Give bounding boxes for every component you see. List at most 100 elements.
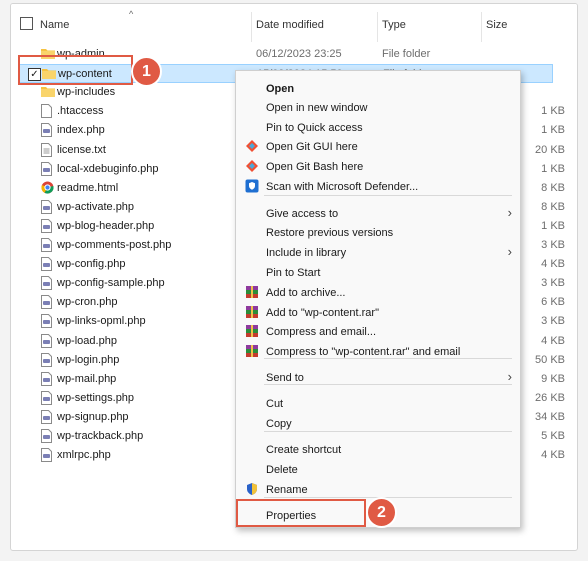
column-divider[interactable] [251, 12, 252, 42]
menu-item-label: Delete [266, 464, 298, 476]
file-name: index.php [57, 124, 105, 137]
file-size: 50 KB [535, 353, 565, 366]
file-name: wp-activate.php [57, 200, 135, 213]
file-name: wp-mail.php [57, 372, 117, 385]
file-name: local-xdebuginfo.php [57, 162, 159, 175]
menu-item-include-in-library[interactable]: Include in library › [236, 243, 520, 262]
file-name: readme.html [57, 181, 119, 194]
menu-item-label: Create shortcut [266, 444, 342, 456]
php-file-icon [41, 257, 53, 272]
menu-item-open[interactable]: Open [236, 79, 520, 98]
file-size: 3 KB [541, 277, 565, 290]
file-size: 1 KB [541, 124, 565, 137]
file-name: wp-comments-post.php [57, 239, 172, 251]
menu-item-open-git-gui-here[interactable]: Open Git GUI here [236, 137, 520, 156]
file-size: 1 KB [541, 219, 565, 232]
php-file-icon [41, 295, 53, 310]
file-size: 26 KB [535, 391, 565, 404]
menu-item-label: Send to [266, 372, 304, 384]
context-menu: Open Open in new window Pin to Quick acces… [235, 70, 521, 528]
menu-item-create-shortcut[interactable]: Create shortcut [236, 440, 520, 459]
menu-separator [264, 195, 512, 196]
file-size: 4 KB [541, 258, 565, 271]
column-type[interactable]: Type [382, 19, 406, 31]
file-type: File folder [382, 48, 431, 60]
php-file-icon [41, 409, 53, 424]
column-divider[interactable] [481, 12, 482, 42]
php-file-icon [41, 352, 53, 367]
file-name: wp-trackback.php [57, 430, 144, 442]
menu-item-add-to-archive[interactable]: Add to archive... [236, 283, 520, 302]
menu-item-label: Compress to "wp-content.rar" and email [266, 346, 461, 358]
file-name: wp-config.php [57, 258, 126, 271]
file-size: 34 KB [535, 410, 565, 423]
menu-item-label: Pin to Quick access [266, 122, 363, 134]
chevron-right-icon: › [507, 369, 512, 384]
menu-item-label: Include in library [266, 247, 347, 259]
step-1-badge: 1 [131, 56, 162, 87]
php-file-icon [41, 199, 53, 214]
uac-shield-icon [245, 482, 259, 496]
column-size[interactable]: Size [486, 19, 507, 31]
file-name: wp-login.php [57, 353, 120, 366]
file-size: 3 KB [541, 239, 565, 251]
column-divider[interactable] [377, 12, 378, 42]
file-name: xmlrpc.php [57, 449, 111, 462]
menu-item-add-to-wp-content-rar[interactable]: Add to "wp-content.rar" [236, 303, 520, 322]
menu-separator [264, 431, 512, 432]
file-name: wp-links-opml.php [57, 315, 146, 328]
menu-item-scan-with-microsoft-defender[interactable]: Scan with Microsoft Defender... [236, 177, 520, 196]
file-size: 5 KB [541, 430, 565, 442]
column-date-modified[interactable]: Date modified [256, 19, 324, 31]
file-name: license.txt [57, 143, 106, 156]
file-size: 1 KB [541, 105, 565, 118]
chevron-right-icon: › [507, 205, 512, 220]
menu-item-open-in-new-window[interactable]: Open in new window [236, 98, 520, 117]
menu-item-delete[interactable]: Delete [236, 460, 520, 479]
php-file-icon [41, 448, 53, 463]
step-1-highlight [18, 55, 133, 85]
php-file-icon [41, 161, 53, 176]
menu-item-label: Copy [266, 418, 292, 430]
menu-item-label: Restore previous versions [266, 227, 394, 239]
menu-item-label: Add to "wp-content.rar" [266, 307, 379, 319]
file-size: 9 KB [541, 372, 565, 385]
php-file-icon [41, 276, 53, 291]
chrome-icon [41, 181, 54, 195]
file-size: 4 KB [541, 334, 565, 347]
menu-item-label: Open Git GUI here [266, 141, 358, 153]
menu-item-open-git-bash-here[interactable]: Open Git Bash here [236, 157, 520, 176]
file-size: 8 KB [541, 200, 565, 213]
file-size: 6 KB [541, 296, 565, 309]
file-name: wp-config-sample.php [57, 277, 165, 290]
select-all-checkbox[interactable] [20, 17, 33, 30]
menu-item-give-access-to[interactable]: Give access to › [236, 204, 520, 223]
git-icon [245, 159, 259, 173]
folder-icon [41, 85, 55, 99]
menu-separator [264, 358, 512, 359]
winrar-icon [245, 344, 259, 358]
column-name[interactable]: Name [40, 19, 69, 31]
menu-item-pin-to-start[interactable]: Pin to Start [236, 263, 520, 282]
php-file-icon [41, 123, 53, 138]
menu-item-label: Cut [266, 398, 284, 410]
menu-item-label: Scan with Microsoft Defender... [266, 181, 419, 193]
winrar-icon [245, 305, 259, 319]
menu-item-label: Compress and email... [266, 326, 377, 338]
menu-item-pin-to-quick-access[interactable]: Pin to Quick access [236, 118, 520, 137]
file-size: 4 KB [541, 449, 565, 462]
sort-caret-icon: ^ [129, 9, 134, 19]
menu-item-cut[interactable]: Cut [236, 394, 520, 413]
column-header-bar: ^ Name Date modified Type Size [11, 4, 577, 44]
step-2-highlight [236, 499, 366, 527]
menu-item-compress-and-email[interactable]: Compress and email... [236, 322, 520, 341]
file-date-modified: 06/12/2023 23:25 [256, 48, 342, 60]
file-size: 20 KB [535, 143, 565, 156]
menu-item-restore-previous-versions[interactable]: Restore previous versions [236, 223, 520, 242]
menu-separator [264, 384, 512, 385]
file-name: .htaccess [57, 105, 104, 118]
file-size: 8 KB [541, 181, 565, 194]
file-name: wp-load.php [57, 334, 117, 347]
file-icon [41, 104, 53, 119]
menu-item-label: Give access to [266, 208, 339, 220]
